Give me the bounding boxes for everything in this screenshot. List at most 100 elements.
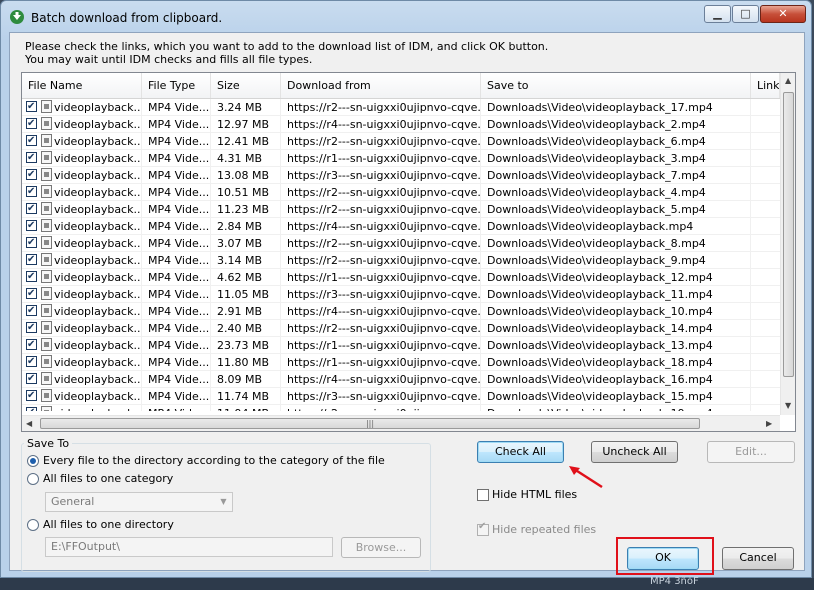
radio-one-directory[interactable]: [27, 519, 39, 531]
annotation-arrow-icon: [569, 466, 603, 489]
row-checkbox[interactable]: [26, 132, 37, 149]
size-cell: 11.74 MB: [217, 388, 281, 404]
vertical-scroll-thumb[interactable]: [783, 92, 794, 377]
save-to-cell: Downloads\Video\videoplayback_16.mp4: [487, 371, 751, 387]
table-row[interactable]: videoplayback... MP4 Vide... 11.23 MB https…: [22, 200, 780, 218]
file-name-cell: videoplayback...: [54, 286, 142, 302]
scroll-right-icon[interactable]: ▶: [766, 419, 772, 428]
row-checkbox[interactable]: [26, 285, 37, 302]
hide-html-label[interactable]: Hide HTML files: [492, 488, 577, 501]
horizontal-scroll-thumb[interactable]: |||: [40, 418, 700, 429]
row-checkbox[interactable]: [26, 387, 37, 404]
row-checkbox[interactable]: [26, 217, 37, 234]
minimize-button[interactable]: ▁: [704, 5, 731, 23]
file-name-cell: videoplayback...: [54, 303, 142, 319]
row-checkbox[interactable]: [26, 336, 37, 353]
maximize-button[interactable]: □: [732, 5, 759, 23]
check-all-button[interactable]: Check All: [477, 441, 564, 463]
row-checkbox[interactable]: [26, 115, 37, 132]
row-checkbox[interactable]: [26, 302, 37, 319]
table-row[interactable]: videoplayback... MP4 Vide... 4.31 MB https:…: [22, 149, 780, 167]
links-list[interactable]: File Name File Type Size Download from S…: [21, 72, 796, 432]
row-checkbox[interactable]: [26, 268, 37, 285]
table-row[interactable]: videoplayback... MP4 Vide... 11.74 MB https…: [22, 387, 780, 405]
size-cell: 12.41 MB: [217, 133, 281, 149]
file-name-cell: videoplayback...: [54, 320, 142, 336]
size-cell: 2.84 MB: [217, 218, 281, 234]
row-checkbox[interactable]: [26, 99, 37, 115]
file-name-cell: videoplayback...: [54, 99, 142, 115]
radio-category-directory-label[interactable]: Every file to the directory according to…: [43, 454, 385, 467]
size-cell: 12.97 MB: [217, 116, 281, 132]
horizontal-scrollbar[interactable]: ◀ ||| ▶: [22, 415, 780, 431]
file-type-cell: MP4 Vide...: [148, 252, 211, 268]
uncheck-all-button[interactable]: Uncheck All: [591, 441, 678, 463]
scroll-up-icon[interactable]: ▲: [785, 76, 791, 85]
row-checkbox[interactable]: [26, 319, 37, 336]
radio-one-directory-label[interactable]: All files to one directory: [43, 518, 174, 531]
hide-repeated-checkbox: [477, 521, 489, 536]
download-from-cell: https://r4---sn-uigxxi0ujipnvo-cqve....: [287, 218, 481, 234]
row-checkbox[interactable]: [26, 183, 37, 200]
file-type-cell: MP4 Vide...: [148, 388, 211, 404]
size-cell: 10.51 MB: [217, 184, 281, 200]
size-cell: 4.62 MB: [217, 269, 281, 285]
close-button[interactable]: ✕: [760, 5, 806, 23]
save-to-cell: Downloads\Video\videoplayback_10.mp4: [487, 303, 751, 319]
column-download-from[interactable]: Download from: [281, 73, 481, 98]
row-checkbox[interactable]: [26, 149, 37, 166]
table-row[interactable]: videoplayback... MP4 Vide... 3.14 MB https:…: [22, 251, 780, 269]
table-row[interactable]: videoplayback... MP4 Vide... 23.73 MB https…: [22, 336, 780, 354]
row-checkbox[interactable]: [26, 404, 37, 411]
table-row[interactable]: videoplayback... MP4 Vide... 2.40 MB https:…: [22, 319, 780, 337]
table-row[interactable]: videoplayback... MP4 Vide... 11.80 MB https…: [22, 353, 780, 371]
title-bar[interactable]: Batch download from clipboard. ▁ □ ✕: [1, 1, 811, 33]
video-file-icon: [41, 219, 52, 232]
column-save-to[interactable]: Save to: [481, 73, 751, 98]
file-name-cell: videoplayback...: [54, 269, 142, 285]
row-checkbox[interactable]: [26, 200, 37, 217]
size-cell: 2.91 MB: [217, 303, 281, 319]
table-row[interactable]: videoplayback... MP4 Vide... 2.84 MB https:…: [22, 217, 780, 235]
table-row[interactable]: videoplayback... MP4 Vide... 12.97 MB https…: [22, 115, 780, 133]
column-file-type[interactable]: File Type: [142, 73, 211, 98]
table-row[interactable]: videoplayback... MP4 Vide... 3.07 MB https:…: [22, 234, 780, 252]
column-file-name[interactable]: File Name: [22, 73, 142, 98]
table-row[interactable]: videoplayback... MP4 Vide... 3.24 MB https:…: [22, 99, 780, 116]
table-row[interactable]: videoplayback... MP4 Vide... 13.08 MB https…: [22, 166, 780, 184]
category-select-value: General: [51, 495, 95, 508]
vertical-scrollbar[interactable]: ▲ ▼: [780, 73, 795, 415]
cancel-button[interactable]: Cancel: [722, 547, 794, 570]
table-row[interactable]: videoplayback... MP4 Vide... 4.62 MB https:…: [22, 268, 780, 286]
file-name-cell: videoplayback...: [54, 337, 142, 353]
row-checkbox[interactable]: [26, 370, 37, 387]
list-header: File Name File Type Size Download from S…: [22, 73, 780, 99]
size-cell: 3.24 MB: [217, 99, 281, 115]
file-type-cell: MP4 Vide...: [148, 405, 211, 411]
save-to-cell: Downloads\Video\videoplayback_8.mp4: [487, 235, 751, 251]
scroll-down-icon[interactable]: ▼: [785, 401, 791, 410]
column-link[interactable]: Link: [751, 73, 780, 98]
scroll-left-icon[interactable]: ◀: [26, 419, 32, 428]
radio-category-directory[interactable]: [27, 455, 39, 467]
row-checkbox[interactable]: [26, 353, 37, 370]
table-row[interactable]: videoplayback... MP4 Vide... 11.94 MB https…: [22, 404, 780, 411]
table-row[interactable]: videoplayback... MP4 Vide... 12.41 MB https…: [22, 132, 780, 150]
row-checkbox[interactable]: [26, 234, 37, 251]
file-type-cell: MP4 Vide...: [148, 371, 211, 387]
row-checkbox[interactable]: [26, 166, 37, 183]
table-row[interactable]: videoplayback... MP4 Vide... 11.05 MB https…: [22, 285, 780, 303]
hide-html-checkbox[interactable]: [477, 489, 489, 501]
table-row[interactable]: videoplayback... MP4 Vide... 8.09 MB https:…: [22, 370, 780, 388]
file-name-cell: videoplayback...: [54, 150, 142, 166]
radio-one-category-label[interactable]: All files to one category: [43, 472, 173, 485]
save-to-cell: Downloads\Video\videoplayback_6.mp4: [487, 133, 751, 149]
instruction-line-1: Please check the links, which you want t…: [25, 40, 549, 53]
size-cell: 3.07 MB: [217, 235, 281, 251]
save-to-cell: Downloads\Video\videoplayback_9.mp4: [487, 252, 751, 268]
column-size[interactable]: Size: [211, 73, 281, 98]
table-row[interactable]: videoplayback... MP4 Vide... 10.51 MB https…: [22, 183, 780, 201]
table-row[interactable]: videoplayback... MP4 Vide... 2.91 MB https:…: [22, 302, 780, 320]
radio-one-category[interactable]: [27, 473, 39, 485]
row-checkbox[interactable]: [26, 251, 37, 268]
